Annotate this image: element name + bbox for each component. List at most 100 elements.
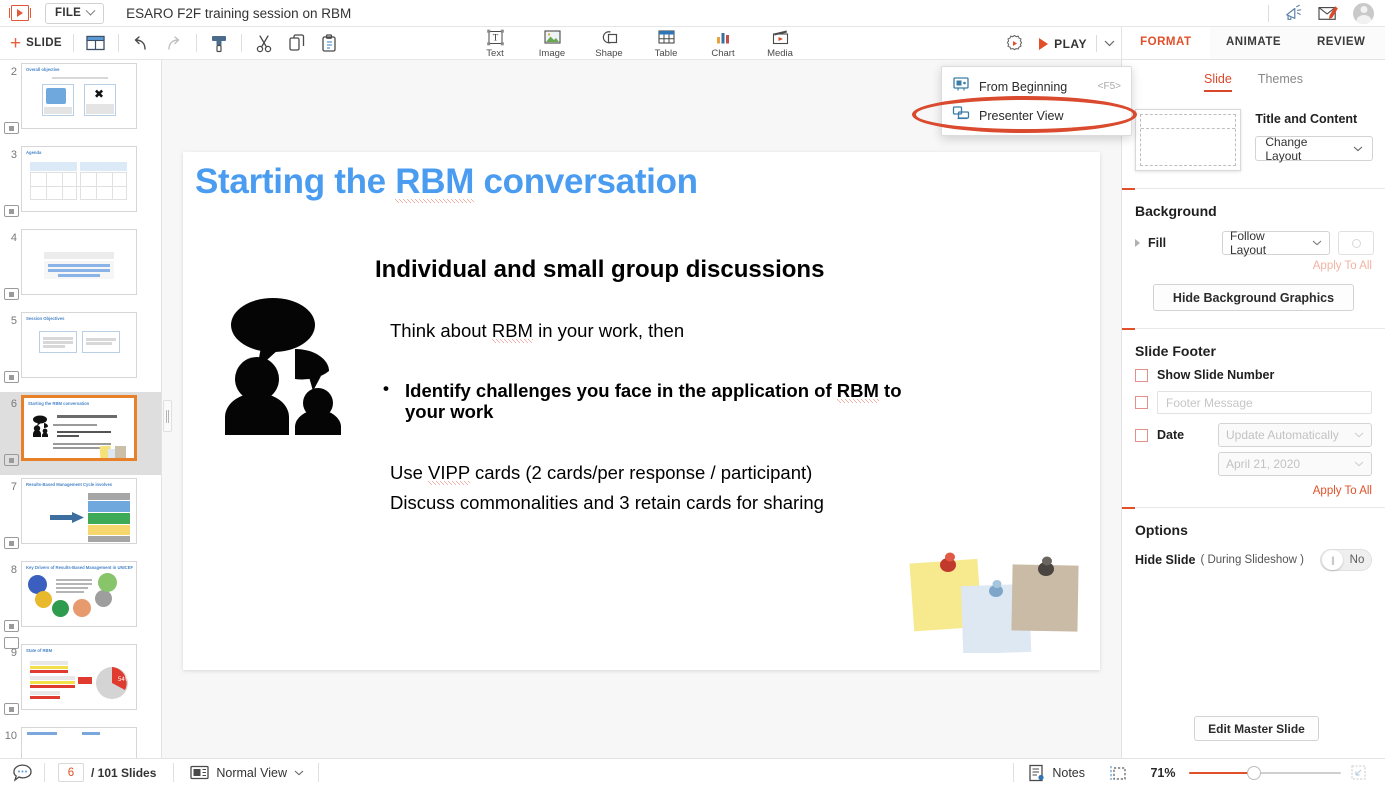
insert-chart-button[interactable]: Chart	[706, 27, 740, 59]
subtab-slide[interactable]: Slide	[1204, 72, 1232, 92]
footer-apply-to-all[interactable]: Apply To All	[1122, 476, 1385, 497]
thumbnail-slide-10[interactable]: 10	[0, 724, 162, 758]
thumbnail-preview[interactable]	[21, 727, 137, 758]
insert-text-button[interactable]: T Text	[478, 27, 512, 59]
file-menu-button[interactable]: FILE	[45, 3, 104, 24]
thumbnail-slide-5[interactable]: 5 Session Objectives	[0, 309, 162, 392]
hide-background-graphics-button[interactable]: Hide Background Graphics	[1153, 284, 1354, 311]
footer-message-input[interactable]: Footer Message	[1157, 391, 1372, 414]
expand-canvas-icon[interactable]	[1341, 764, 1375, 781]
triangle-right-icon[interactable]	[1135, 239, 1140, 247]
tab-animate[interactable]: ANIMATE	[1210, 27, 1298, 59]
shape-icon	[600, 28, 619, 47]
slide-title[interactable]: Starting the RBM conversation	[195, 162, 698, 202]
change-layout-button[interactable]: Change Layout	[1255, 136, 1373, 161]
show-slide-number-checkbox[interactable]	[1135, 369, 1148, 382]
background-apply-to-all[interactable]: Apply To All	[1122, 255, 1385, 272]
slide-transition-badge[interactable]	[4, 537, 19, 549]
format-painter-icon[interactable]	[208, 32, 230, 54]
megaphone-icon[interactable]	[1283, 4, 1303, 22]
presentation-app-logo[interactable]	[11, 5, 29, 21]
footer-message-checkbox[interactable]	[1135, 396, 1148, 409]
slide-transition-badge[interactable]	[4, 122, 19, 134]
date-checkbox[interactable]	[1135, 429, 1148, 442]
thumbnail-preview[interactable]: Agenda	[21, 146, 137, 212]
insert-image-button[interactable]: Image	[535, 27, 569, 59]
play-dropdown-toggle[interactable]	[1097, 27, 1121, 60]
date-value-select[interactable]: April 21, 2020	[1218, 452, 1372, 476]
zoom-slider[interactable]	[1189, 766, 1341, 780]
insert-image-label: Image	[539, 48, 565, 59]
thumbnail-slide-9[interactable]: 9 State of RBM 54%	[0, 641, 162, 724]
media-clapper-icon	[771, 28, 790, 47]
sticky-notes-image[interactable]	[900, 543, 1080, 653]
thumbnail-preview[interactable]: Session Objectives	[21, 312, 137, 378]
slide-bullet-item[interactable]: • Identify challenges you face in the ap…	[383, 380, 943, 423]
presentation-settings-icon[interactable]	[1001, 31, 1027, 57]
slide-editing-surface[interactable]: Starting the RBM conversation Individual…	[183, 152, 1100, 670]
menu-item-from-beginning[interactable]: From Beginning <F5>	[942, 72, 1131, 101]
scissors-icon[interactable]	[253, 32, 275, 54]
presenter-view-label: Presenter View	[979, 109, 1064, 123]
subtab-themes[interactable]: Themes	[1258, 72, 1303, 92]
insert-shape-button[interactable]: Shape	[592, 27, 626, 59]
slide-heading[interactable]: Individual and small group discussions	[375, 256, 824, 284]
slide-thumbnail-panel[interactable]: 2 Overall objective ✖ 3 Agenda	[0, 60, 162, 758]
menu-item-presenter-view[interactable]: Presenter View	[942, 101, 1131, 130]
status-bar: 6 / 101 Slides Normal View Notes	[0, 758, 1385, 786]
format-side-panel: FORMAT ANIMATE REVIEW Slide Themes Title…	[1121, 27, 1385, 758]
slide-transition-badge[interactable]	[4, 371, 19, 383]
copy-icon[interactable]	[286, 32, 308, 54]
fill-select[interactable]: Follow Layout	[1222, 231, 1330, 255]
current-page-input[interactable]: 6	[58, 763, 84, 782]
insert-table-button[interactable]: Table	[649, 27, 683, 59]
add-slide-button[interactable]: + SLIDE	[10, 34, 62, 53]
user-avatar[interactable]	[1353, 3, 1374, 24]
thumbnail-preview[interactable]: Results-Based Management Cycle involves	[21, 478, 137, 544]
panel-resize-handle[interactable]	[163, 400, 172, 432]
insert-media-button[interactable]: Media	[763, 27, 797, 59]
toggle-knob: ||	[1322, 550, 1343, 570]
thumbnail-slide-8[interactable]: 8 Key Drivers of Results-Based Managemen…	[0, 558, 162, 641]
document-title[interactable]: ESARO F2F training session on RBM	[126, 6, 351, 21]
thumbnail-preview[interactable]: Starting the RBM conversation	[21, 395, 137, 461]
notes-button[interactable]: Notes	[1014, 764, 1099, 782]
slide-transition-badge[interactable]	[4, 454, 19, 466]
hide-slide-toggle[interactable]: || No	[1320, 549, 1372, 571]
slide-paragraph-1[interactable]: Think about RBM in your work, then	[390, 320, 684, 342]
redo-icon[interactable]	[163, 32, 185, 54]
slide-transition-badge[interactable]	[4, 703, 19, 715]
slide-transition-badge[interactable]	[4, 205, 19, 217]
edit-master-slide-button[interactable]: Edit Master Slide	[1194, 716, 1319, 741]
slide-paragraph-3[interactable]: Discuss commonalities and 3 retain cards…	[390, 492, 824, 514]
color-picker-icon[interactable]	[1338, 231, 1374, 255]
thumbnail-slide-2[interactable]: 2 Overall objective ✖	[0, 60, 162, 143]
paste-icon[interactable]	[319, 32, 341, 54]
fit-to-window-icon[interactable]	[1099, 764, 1137, 782]
top-bar: FILE ESARO F2F training session on RBM	[0, 0, 1385, 27]
thumbnail-slide-7[interactable]: 7 Results-Based Management Cycle involve…	[0, 475, 162, 558]
tab-format[interactable]: FORMAT	[1122, 27, 1210, 59]
slide-transition-badge[interactable]	[4, 620, 19, 632]
thumbnail-title: Agenda	[26, 150, 41, 155]
view-mode-selector[interactable]: Normal View	[190, 765, 304, 780]
thumbnail-preview[interactable]: State of RBM 54%	[21, 644, 137, 710]
undo-icon[interactable]	[130, 32, 152, 54]
feedback-envelope-icon[interactable]	[1317, 4, 1339, 22]
tab-review[interactable]: REVIEW	[1297, 27, 1385, 59]
thumbnail-preview[interactable]	[21, 229, 137, 295]
zoom-knob[interactable]	[1247, 766, 1261, 780]
slide-footer-heading: Slide Footer	[1122, 329, 1385, 359]
thumbnail-preview[interactable]: Overall objective ✖	[21, 63, 137, 129]
thumbnail-preview[interactable]: Key Drivers of Results-Based Management …	[21, 561, 137, 627]
play-button[interactable]: PLAY	[1027, 27, 1096, 60]
slide-transition-badge[interactable]	[4, 288, 19, 300]
thumbnail-slide-3[interactable]: 3 Agenda	[0, 143, 162, 226]
comment-bubble-icon[interactable]	[0, 764, 44, 782]
layout-preview-thumbnail[interactable]	[1135, 109, 1241, 171]
slide-paragraph-2[interactable]: Use VIPP cards (2 cards/per response / p…	[390, 462, 812, 484]
date-mode-select[interactable]: Update Automatically	[1218, 423, 1372, 447]
thumbnail-slide-4[interactable]: 4	[0, 226, 162, 309]
slide-layout-icon[interactable]	[85, 32, 107, 54]
thumbnail-slide-6[interactable]: 6 Starting the RBM conversation	[0, 392, 162, 475]
